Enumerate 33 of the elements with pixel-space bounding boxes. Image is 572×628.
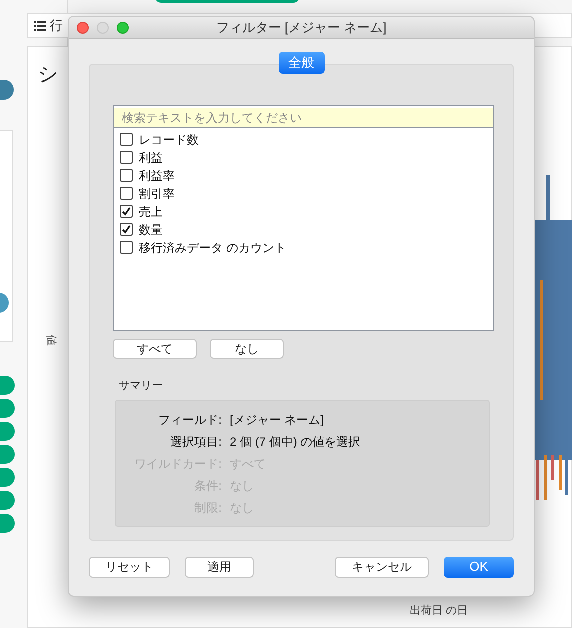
checkbox[interactable] [120, 169, 133, 182]
dialog-button[interactable]: キャンセル [335, 556, 429, 578]
checkbox-label: 割引率 [139, 186, 175, 203]
checkbox-label: 利益 [139, 150, 163, 167]
checkbox-label: レコード数 [139, 132, 199, 149]
summary-label: フィールド: [158, 412, 222, 429]
dialog-button[interactable]: 適用 [185, 556, 254, 578]
checkbox-label: 売上 [139, 204, 163, 221]
window-title: フィルター [メジャー ネーム] [216, 18, 387, 37]
checkbox[interactable] [120, 241, 133, 254]
section-title: サマリー [119, 378, 164, 394]
list-icon [34, 20, 46, 30]
checkbox[interactable] [120, 133, 133, 146]
axis-title: 出荷日 の日 [410, 604, 468, 619]
checkbox[interactable] [120, 223, 133, 236]
summary-label: 選択項目: [170, 434, 222, 451]
select-all-button[interactable]: すべて [113, 338, 197, 359]
close-button[interactable] [77, 22, 89, 34]
checkbox[interactable] [120, 187, 133, 200]
checkbox-label: 数量 [139, 222, 163, 239]
shelf-label: 行 [50, 16, 63, 35]
search-field[interactable]: 検索テキストを入力してください [114, 108, 493, 128]
checkbox[interactable] [120, 205, 133, 218]
axis-label: 値 [44, 334, 58, 346]
dialog-button[interactable]: リセット [89, 556, 170, 578]
sheet-title: シ [38, 63, 58, 88]
checkbox-label: 利益率 [139, 168, 175, 185]
checkbox[interactable] [120, 151, 133, 164]
summary-value: 2 個 (7 個中) の値を選択 [230, 434, 361, 451]
summary-value: [メジャー ネーム] [230, 412, 324, 429]
zoom-button[interactable] [117, 22, 129, 34]
checkbox-label: 移行済みデータ のカウント [139, 240, 286, 257]
select-none-button[interactable]: なし [210, 338, 284, 359]
